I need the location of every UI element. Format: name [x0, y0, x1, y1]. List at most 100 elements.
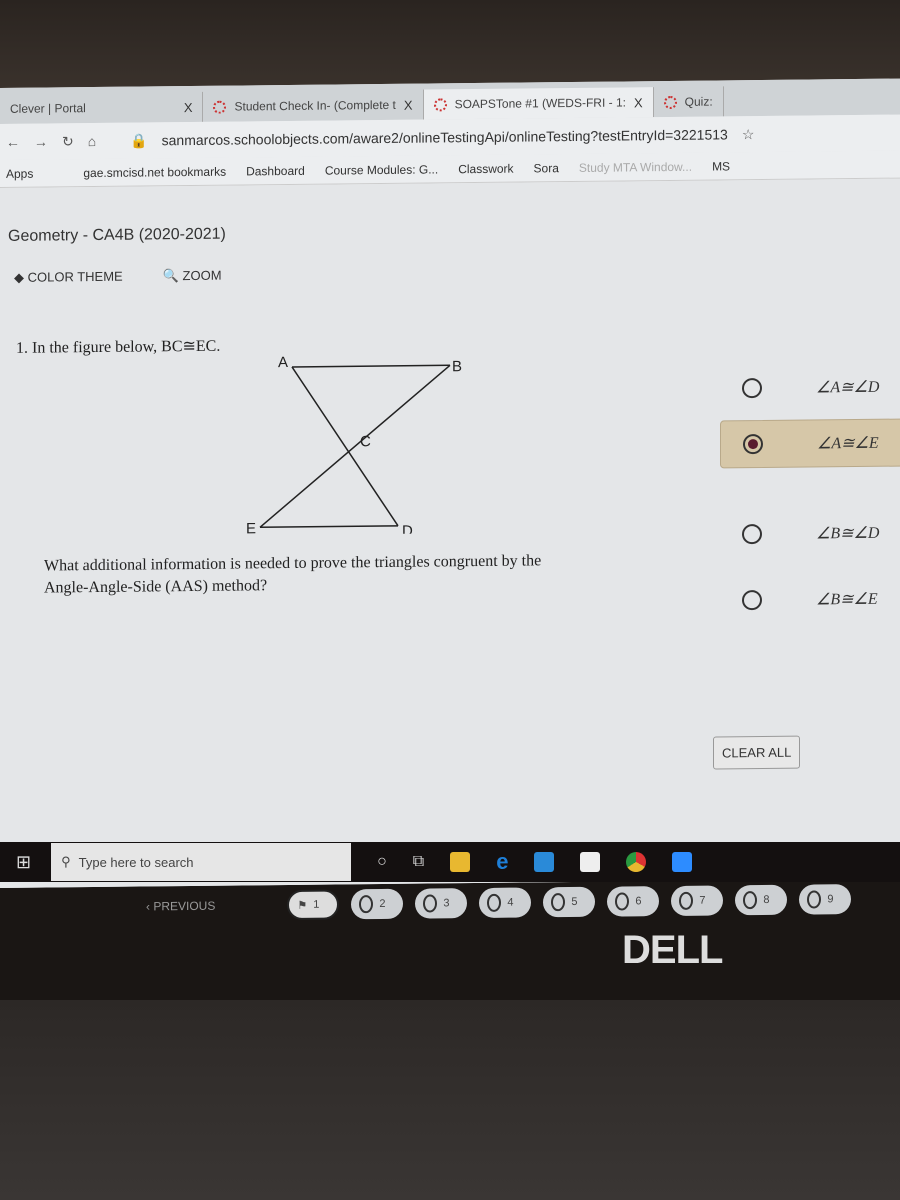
flag-icon: ⚑ [297, 899, 308, 912]
segment-ab [292, 364, 450, 368]
radio-dot [748, 439, 758, 450]
close-icon[interactable]: X [184, 99, 193, 114]
label-d: D [402, 523, 413, 536]
prompt-line: Angle-Angle-Side (AAS) method? [44, 577, 268, 597]
bookmark-gae[interactable]: gae.smcisd.net bookmarks [83, 164, 226, 179]
mail-icon[interactable] [534, 852, 555, 872]
question-number: 2 [379, 897, 386, 911]
question-7-button[interactable]: 7 [671, 885, 724, 916]
bookmark-dashboard[interactable]: Dashboard [246, 163, 305, 178]
option-label: ∠B≅∠D [816, 524, 880, 543]
radio-button-selected[interactable] [743, 434, 763, 455]
tab-label: Quiz: [684, 94, 713, 109]
question-4-button[interactable]: 4 [479, 887, 532, 918]
option-c[interactable]: ∠B≅∠D [720, 508, 900, 558]
canvas-icon [433, 97, 447, 111]
question-number: 9 [827, 893, 834, 906]
question-6-button[interactable]: 6 [607, 886, 660, 917]
question-3-button[interactable]: 3 [415, 888, 468, 919]
taskbar: ⊞ ⚲ Type here to search ○ ⧉ e [0, 842, 900, 882]
tab-label: Clever | Portal [10, 101, 86, 116]
question-number: 5 [571, 895, 578, 909]
label-a: A [278, 354, 288, 371]
previous-button[interactable]: ‹ PREVIOUS [146, 899, 215, 914]
radio-button[interactable] [742, 378, 762, 399]
url-input[interactable]: sanmarcos.schoolobjects.com/aware2/onlin… [162, 126, 728, 148]
question-prompt: What additional information is needed to… [44, 550, 541, 599]
color-theme-label: COLOR THEME [27, 268, 123, 285]
zoom-icon: 🔍 [162, 268, 179, 284]
label-c: C [360, 433, 371, 450]
close-icon[interactable]: X [634, 95, 643, 110]
circle-icon [743, 891, 758, 910]
question-number: 4 [507, 896, 514, 909]
windows-start-icon[interactable]: ⊞ [16, 852, 31, 873]
course-title: Geometry - CA4B (2020-2021) [8, 225, 226, 245]
circle-icon [487, 893, 502, 912]
tab-clever[interactable]: Clever | Portal X [0, 91, 204, 124]
circle-icon [807, 890, 822, 909]
question-8-button[interactable]: 8 [735, 884, 788, 916]
monitor-bezel [0, 0, 900, 90]
tab-label: SOAPSTone #1 (WEDS-FRI - 1: [454, 95, 626, 112]
option-d[interactable]: ∠B≅∠E [720, 574, 900, 624]
forward-icon[interactable]: → [34, 133, 48, 149]
canvas-icon [213, 100, 227, 114]
reload-icon[interactable]: ↻ [62, 133, 74, 150]
question-1-button[interactable]: ⚑ 1 [287, 889, 340, 920]
lock-icon: 🔒 [130, 131, 148, 149]
question-2-button[interactable]: 2 [351, 888, 404, 920]
tab-label: Student Check In- (Complete t [234, 97, 396, 114]
option-label: ∠A≅∠D [816, 378, 880, 397]
clear-all-button[interactable]: CLEAR ALL [713, 735, 801, 770]
bookmark-classwork[interactable]: Classwork [458, 161, 513, 176]
task-view-icon[interactable]: ⧉ [413, 853, 424, 871]
bookmark-study-mta[interactable]: Study MTA Window... [579, 159, 692, 174]
close-icon[interactable]: X [404, 97, 413, 112]
dell-logo: DELL [622, 928, 723, 972]
store-icon[interactable] [580, 852, 601, 872]
edge-icon[interactable]: e [496, 849, 508, 875]
question-5-button[interactable]: 5 [543, 886, 596, 918]
radio-button[interactable] [742, 590, 762, 611]
question-9-button[interactable]: 9 [799, 884, 852, 915]
file-explorer-icon[interactable] [450, 852, 471, 872]
label-b: B [452, 358, 462, 375]
option-label: ∠B≅∠E [816, 590, 878, 609]
taskbar-search[interactable]: ⚲ Type here to search [51, 843, 352, 881]
bookmark-ms[interactable]: MS [712, 159, 730, 173]
star-icon[interactable]: ☆ [742, 126, 755, 143]
color-theme-button[interactable]: ◆ COLOR THEME [14, 269, 123, 286]
tab-student-check-in[interactable]: Student Check In- (Complete t X [203, 89, 424, 122]
chrome-icon[interactable] [626, 852, 647, 872]
tab-quiz[interactable]: Quiz: [653, 86, 724, 118]
bookmark-course-modules[interactable]: Course Modules: G... [325, 162, 438, 177]
home-icon[interactable]: ⌂ [88, 133, 96, 149]
search-placeholder: Type here to search [78, 854, 194, 870]
canvas-icon [663, 95, 677, 109]
zoom-button[interactable]: 🔍 ZOOM [163, 268, 222, 285]
question-text: 1. In the figure below, BC≅EC. [16, 337, 221, 357]
zoom-app-icon[interactable] [672, 852, 693, 872]
question-number: 1 [313, 898, 320, 911]
question-number: 3 [443, 897, 450, 910]
triangle-figure: A B C E D [246, 354, 462, 536]
test-page: Geometry - CA4B (2020-2021) ◆ COLOR THEM… [0, 178, 900, 920]
option-b[interactable]: ∠A≅∠E [720, 418, 900, 469]
circle-icon [423, 894, 438, 913]
segment-ed [260, 525, 398, 529]
bookmark-sora[interactable]: Sora [534, 161, 559, 175]
cortana-icon[interactable]: ○ [377, 853, 387, 871]
laptop-keyboard-deck [0, 1000, 900, 1200]
circle-icon [551, 893, 566, 912]
zoom-label: ZOOM [182, 267, 222, 284]
question-number: 6 [635, 895, 642, 908]
tab-soapstone[interactable]: SOAPSTone #1 (WEDS-FRI - 1: X [423, 87, 654, 120]
back-icon[interactable]: ← [6, 134, 20, 150]
question-number: 7 [699, 894, 706, 907]
radio-button[interactable] [742, 524, 762, 545]
label-e: E [246, 520, 256, 535]
circle-icon [679, 891, 694, 910]
bookmark-apps[interactable]: Apps [6, 166, 33, 180]
option-a[interactable]: ∠A≅∠D [720, 362, 900, 412]
